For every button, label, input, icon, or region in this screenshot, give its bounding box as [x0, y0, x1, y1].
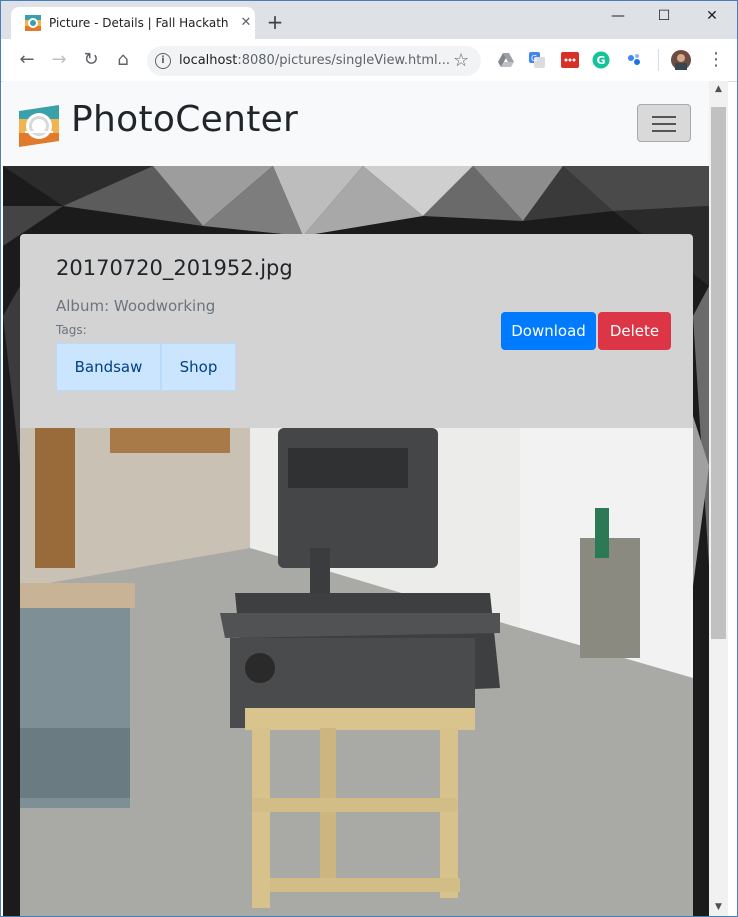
forward-icon[interactable]: → [47, 48, 71, 72]
hamburger-line [652, 116, 676, 118]
tag-shop[interactable]: Shop [161, 343, 236, 391]
minimize-icon[interactable]: — [595, 3, 641, 29]
svg-text:G: G [531, 54, 537, 63]
translate-extension-icon[interactable]: G [528, 51, 546, 69]
reload-icon[interactable]: ↻ [79, 48, 103, 72]
browser-menu-icon[interactable]: ⋮ [707, 49, 725, 71]
site-info-icon[interactable]: i [155, 53, 171, 69]
profile-avatar[interactable] [671, 50, 691, 70]
url-path: :8080/pictures/singleView.html... [237, 53, 451, 68]
tags-label: Tags: [56, 323, 87, 337]
hamburger-line [652, 130, 676, 132]
drive-extension-icon[interactable] [497, 51, 515, 69]
album-line: Album: Woodworking [56, 297, 215, 315]
delete-button[interactable]: Delete [598, 312, 671, 350]
home-icon[interactable]: ⌂ [111, 48, 135, 72]
close-window-icon[interactable]: ✕ [689, 3, 735, 29]
album-name[interactable]: Woodworking [114, 297, 215, 315]
red-extension-icon[interactable] [561, 51, 579, 69]
photocenter-logo[interactable] [19, 105, 59, 147]
url-host: localhost [179, 53, 238, 68]
address-bar[interactable]: i localhost:8080/pictures/singleView.htm… [147, 46, 481, 76]
new-tab-icon[interactable]: + [263, 11, 287, 35]
browser-toolbar: ← → ↻ ⌂ i localhost:8080/pictures/single… [1, 39, 737, 82]
back-icon[interactable]: ← [15, 48, 39, 72]
picture-image [20, 428, 693, 916]
picture-card: 20170720_201952.jpg Album: Woodworking T… [20, 234, 693, 916]
toolbar-divider [658, 49, 659, 71]
download-button[interactable]: Download [501, 312, 596, 350]
tag-bandsaw[interactable]: Bandsaw [56, 343, 161, 391]
maximize-icon[interactable]: ☐ [641, 3, 687, 29]
browser-tab[interactable]: Picture - Details | Fall Hackathon ✕ [11, 7, 255, 39]
navbar-toggle-button[interactable] [637, 104, 691, 142]
url-text: localhost:8080/pictures/singleView.html.… [179, 53, 450, 68]
photocenter-favicon-icon [25, 15, 41, 31]
tab-title: Picture - Details | Fall Hackathon [49, 16, 229, 30]
scroll-up-icon[interactable]: ▲ [709, 81, 728, 98]
picture-filename: 20170720_201952.jpg [56, 256, 293, 280]
site-navbar: PhotoCenter [3, 81, 709, 166]
brand-title[interactable]: PhotoCenter [71, 99, 298, 140]
bookmark-star-icon[interactable]: ☆ [453, 50, 469, 71]
scroll-down-icon[interactable]: ▼ [709, 899, 728, 916]
grammarly-extension-icon[interactable]: G [592, 51, 610, 69]
album-label: Album: [56, 297, 110, 315]
dots-extension-icon[interactable] [625, 51, 643, 69]
scroll-thumb[interactable] [711, 107, 726, 639]
tab-close-icon[interactable]: ✕ [237, 14, 255, 32]
vertical-scrollbar[interactable]: ▲ ▼ [709, 81, 728, 916]
hamburger-line [652, 123, 676, 125]
svg-text:G: G [597, 54, 606, 67]
browser-window: Picture - Details | Fall Hackathon ✕ + —… [0, 0, 738, 917]
tab-strip: Picture - Details | Fall Hackathon ✕ + —… [1, 1, 737, 39]
page-viewport: PhotoCenter 20170720_201952.jpg Album: W… [3, 81, 709, 916]
